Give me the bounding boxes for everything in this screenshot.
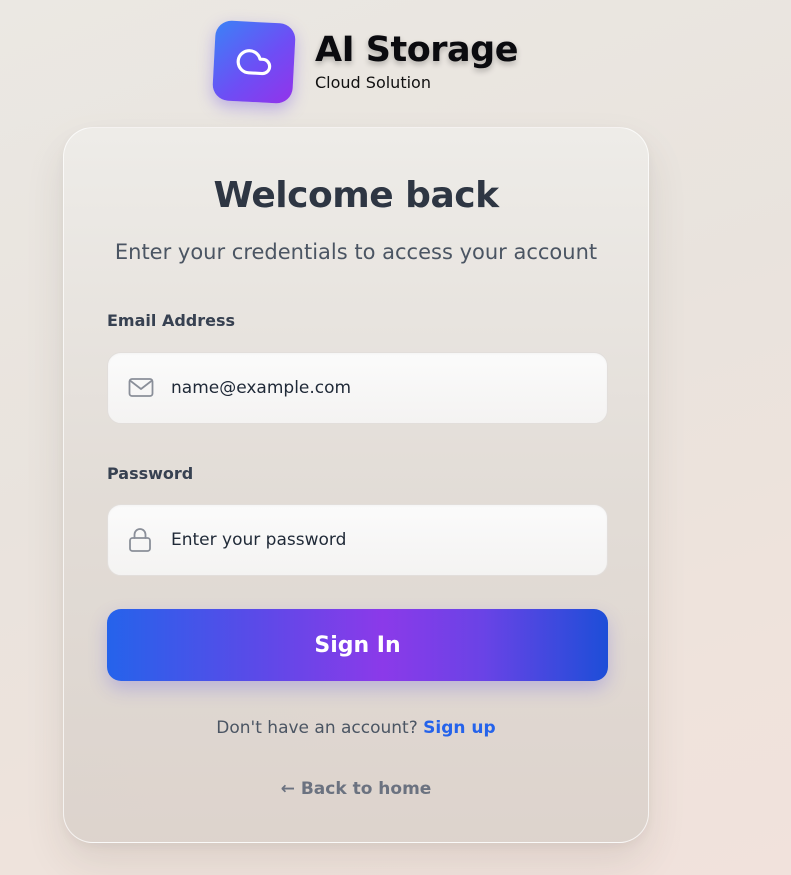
signup-prompt: Don't have an account?	[216, 718, 418, 738]
password-field[interactable]	[171, 505, 591, 575]
brand-title: AI Storage	[315, 30, 518, 70]
lock-icon	[128, 527, 152, 553]
sign-up-link[interactable]: Sign up	[423, 718, 496, 738]
signup-prompt-line: Don't have an account? Sign up	[64, 716, 648, 740]
sign-in-button[interactable]: Sign In	[107, 609, 608, 681]
password-label: Password	[107, 464, 194, 483]
login-subheading: Enter your credentials to access your ac…	[114, 240, 598, 264]
brand-subtitle: Cloud Solution	[315, 73, 431, 92]
login-heading: Welcome back	[213, 175, 499, 216]
cloud-icon	[236, 49, 272, 76]
password-field-wrapper	[107, 504, 608, 576]
login-card: Welcome back Enter your credentials to a…	[63, 127, 649, 843]
back-to-home-link[interactable]: ← Back to home	[64, 777, 648, 801]
email-label: Email Address	[107, 311, 236, 330]
app-logo	[211, 19, 297, 105]
brand-text: AI Storage Cloud Solution	[315, 30, 518, 94]
brand-header: AI Storage Cloud Solution	[211, 19, 518, 105]
mail-icon	[128, 377, 154, 399]
email-field-wrapper	[107, 352, 608, 424]
email-field[interactable]	[171, 353, 591, 423]
